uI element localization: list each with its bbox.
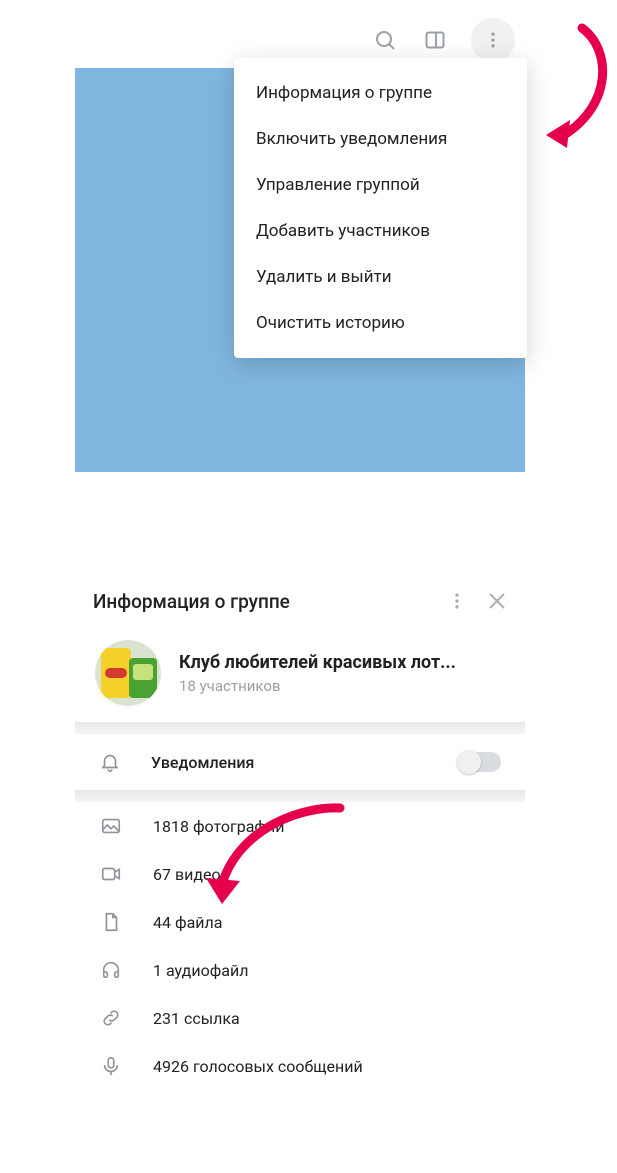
photo-icon xyxy=(99,815,123,837)
sidebar-panel-icon[interactable] xyxy=(421,26,449,54)
panel-more-icon[interactable] xyxy=(443,587,471,615)
media-links-row[interactable]: 231 ссылка xyxy=(75,994,525,1042)
info-panel-header: Информация о группе xyxy=(75,570,525,632)
media-voice-row[interactable]: 4926 голосовых сообщений xyxy=(75,1042,525,1090)
annotation-arrow-1-icon xyxy=(534,20,614,150)
chat-background: Информация о группе Включить уведомления… xyxy=(75,68,525,472)
annotation-arrow-2-icon xyxy=(200,796,360,916)
notifications-toggle[interactable] xyxy=(459,752,501,772)
menu-item-clear-history[interactable]: Очистить историю xyxy=(234,300,527,346)
menu-item-enable-notif[interactable]: Включить уведомления xyxy=(234,116,527,162)
notifications-label: Уведомления xyxy=(151,753,429,772)
video-icon xyxy=(99,863,123,885)
close-icon[interactable] xyxy=(483,587,511,615)
search-icon[interactable] xyxy=(371,26,399,54)
group-name: Клуб любителей красивых лот... xyxy=(179,652,505,673)
info-panel-title: Информация о группе xyxy=(93,590,431,613)
menu-item-add-members[interactable]: Добавить участников xyxy=(234,208,527,254)
more-menu-button[interactable] xyxy=(471,18,515,62)
group-header-row[interactable]: Клуб любителей красивых лот... 18 участн… xyxy=(75,632,525,722)
headphones-icon xyxy=(99,959,123,981)
dropdown-menu: Информация о группе Включить уведомления… xyxy=(234,58,527,358)
menu-item-manage-group[interactable]: Управление группой xyxy=(234,162,527,208)
media-item-label: 231 ссылка xyxy=(153,1009,240,1028)
menu-item-leave[interactable]: Удалить и выйти xyxy=(234,254,527,300)
notifications-row[interactable]: Уведомления xyxy=(75,734,525,790)
divider xyxy=(75,722,525,734)
media-audio-row[interactable]: 1 аудиофайл xyxy=(75,946,525,994)
link-icon xyxy=(99,1007,123,1029)
top-panel: Информация о группе Включить уведомления… xyxy=(75,12,525,472)
group-avatar[interactable] xyxy=(95,640,161,706)
media-item-label: 1 аудиофайл xyxy=(153,961,249,980)
bell-icon xyxy=(99,751,121,773)
file-icon xyxy=(99,911,123,933)
microphone-icon xyxy=(99,1055,123,1077)
media-item-label: 4926 голосовых сообщений xyxy=(153,1057,363,1076)
menu-item-group-info[interactable]: Информация о группе xyxy=(234,70,527,116)
group-member-count: 18 участников xyxy=(179,677,505,695)
